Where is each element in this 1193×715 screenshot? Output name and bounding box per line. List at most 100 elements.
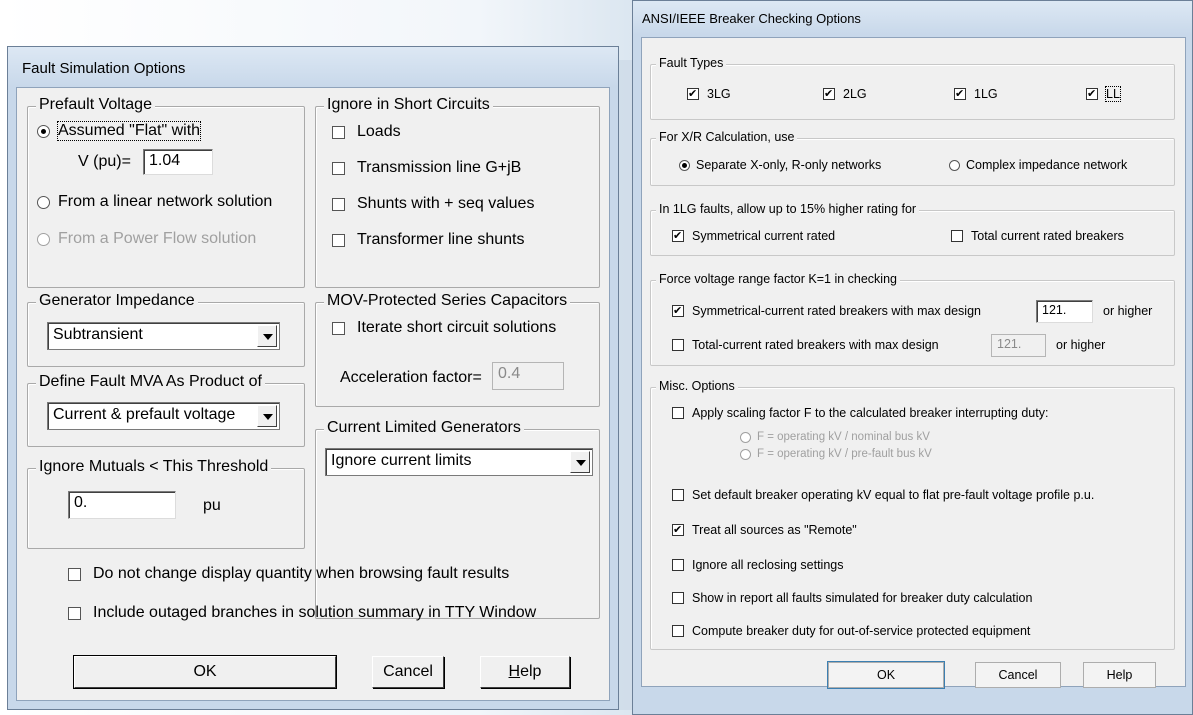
accel-factor-label: Acceleration factor= bbox=[340, 369, 482, 386]
group-label: MOV-Protected Series Capacitors bbox=[324, 292, 571, 310]
loads-checkbox[interactable]: Loads bbox=[332, 123, 401, 141]
ignore-short-circuits-group: Ignore in Short Circuits Loads Transmiss… bbox=[315, 96, 600, 288]
force-voltage-group: Force voltage range factor K=1 in checki… bbox=[650, 272, 1175, 366]
radio-indicator bbox=[740, 431, 751, 443]
no-change-display-checkbox[interactable]: Do not change display quantity when brow… bbox=[68, 565, 509, 583]
radio-label: From a Power Flow solution bbox=[58, 230, 257, 247]
current-limits-select[interactable]: Ignore current limits bbox=[325, 448, 593, 476]
assumed-flat-radio[interactable]: Assumed "Flat" with bbox=[37, 121, 202, 141]
one-lg-total-checkbox[interactable]: Total current rated breakers bbox=[951, 229, 1124, 243]
group-label: In 1LG faults, allow up to 15% higher ra… bbox=[656, 202, 920, 216]
transmission-line-checkbox[interactable]: Transmission line G+jB bbox=[332, 159, 521, 177]
checkbox-box[interactable] bbox=[332, 233, 345, 247]
radio-indicator[interactable] bbox=[679, 159, 690, 171]
chevron-down-icon[interactable] bbox=[570, 451, 590, 473]
checkbox-label: Apply scaling factor F to the calculated… bbox=[692, 406, 1049, 420]
checkbox-box[interactable] bbox=[332, 125, 345, 139]
checkbox-box[interactable] bbox=[672, 592, 684, 604]
compute-oos-checkbox[interactable]: Compute breaker duty for out-of-service … bbox=[672, 624, 1030, 638]
force-total-checkbox[interactable]: Total-current rated breakers with max de… bbox=[672, 338, 939, 352]
checkbox-box[interactable] bbox=[68, 567, 81, 581]
prefault-voltage-group: Prefault Voltage Assumed "Flat" with V (… bbox=[27, 96, 305, 288]
window-title: ANSI/IEEE Breaker Checking Options bbox=[633, 1, 1192, 35]
checkbox-box[interactable] bbox=[1086, 86, 1098, 102]
checkbox-box[interactable] bbox=[672, 522, 684, 538]
checkbox-label: Loads bbox=[357, 123, 401, 140]
scaling-factor-checkbox[interactable]: Apply scaling factor F to the calculated… bbox=[672, 406, 1048, 420]
checkbox-label: Shunts with + seq values bbox=[357, 195, 535, 212]
one-lg-symmetrical-checkbox[interactable]: Symmetrical current rated bbox=[672, 228, 836, 244]
checkbox-box[interactable] bbox=[332, 161, 345, 175]
linear-network-radio[interactable]: From a linear network solution bbox=[37, 193, 272, 211]
checkbox-box[interactable] bbox=[672, 625, 684, 637]
ok-button[interactable]: OK bbox=[827, 661, 945, 689]
include-outaged-checkbox[interactable]: Include outaged branches in solution sum… bbox=[68, 604, 536, 622]
checkbox-box[interactable] bbox=[672, 339, 684, 351]
total-or-higher-label: or higher bbox=[1056, 338, 1106, 352]
vpu-input[interactable]: 1.04 bbox=[143, 149, 213, 175]
radio-indicator[interactable] bbox=[37, 195, 50, 209]
fault-1lg-checkbox[interactable]: 1LG bbox=[954, 86, 998, 102]
transformer-shunts-checkbox[interactable]: Transformer line shunts bbox=[332, 231, 524, 249]
mutuals-threshold-input[interactable]: 0. bbox=[68, 491, 176, 519]
generator-impedance-group: Generator Impedance Subtransient bbox=[27, 292, 305, 367]
help-button[interactable]: Help bbox=[480, 656, 570, 688]
chevron-down-icon[interactable] bbox=[257, 325, 277, 347]
radio-label: F = operating kV / nominal bus kV bbox=[757, 431, 930, 443]
window-title: Fault Simulation Options bbox=[8, 47, 618, 87]
checkbox-label: Transformer line shunts bbox=[357, 231, 525, 248]
checkbox-box[interactable] bbox=[672, 303, 684, 319]
radio-label: Separate X-only, R-only networks bbox=[696, 158, 882, 172]
show-report-checkbox[interactable]: Show in report all faults simulated for … bbox=[672, 591, 1032, 605]
checkbox-box[interactable] bbox=[672, 559, 684, 571]
checkbox-box[interactable] bbox=[687, 86, 699, 102]
ok-button[interactable]: OK bbox=[73, 655, 337, 689]
generator-impedance-select[interactable]: Subtransient bbox=[47, 322, 280, 350]
radio-indicator[interactable] bbox=[949, 159, 960, 171]
radio-indicator[interactable] bbox=[37, 124, 50, 138]
ignore-reclosing-checkbox[interactable]: Ignore all reclosing settings bbox=[672, 558, 843, 572]
checkbox-box[interactable] bbox=[68, 606, 81, 620]
checkbox-label: 1LG bbox=[974, 87, 998, 101]
fault-mva-select[interactable]: Current & prefault voltage bbox=[47, 402, 280, 430]
checkbox-label: Symmetrical current rated bbox=[692, 229, 836, 243]
group-label: Ignore in Short Circuits bbox=[324, 96, 493, 114]
checkbox-box[interactable] bbox=[951, 230, 963, 242]
force-sym-checkbox[interactable]: Symmetrical-current rated breakers with … bbox=[672, 303, 981, 319]
mutuals-unit: pu bbox=[203, 497, 221, 514]
checkbox-label: 2LG bbox=[843, 87, 867, 101]
misc-options-group: Misc. Options Apply scaling factor F to … bbox=[650, 379, 1175, 650]
checkbox-label: Set default breaker operating kV equal t… bbox=[692, 488, 1095, 502]
checkbox-box[interactable] bbox=[672, 489, 684, 501]
checkbox-label: Total-current rated breakers with max de… bbox=[692, 338, 939, 352]
cancel-button[interactable]: Cancel bbox=[372, 656, 444, 688]
checkbox-box[interactable] bbox=[332, 321, 345, 335]
treat-remote-checkbox[interactable]: Treat all sources as "Remote" bbox=[672, 522, 857, 538]
checkbox-label: Iterate short circuit solutions bbox=[357, 319, 557, 336]
complex-impedance-radio[interactable]: Complex impedance network bbox=[949, 158, 1127, 172]
mov-capacitors-group: MOV-Protected Series Capacitors Iterate … bbox=[315, 292, 600, 407]
vpu-label: V (pu)= bbox=[78, 153, 131, 170]
select-value: Current & prefault voltage bbox=[53, 406, 236, 423]
sym-or-higher-label: or higher bbox=[1103, 304, 1153, 318]
checkbox-box[interactable] bbox=[672, 407, 684, 419]
one-lg-rating-group: In 1LG faults, allow up to 15% higher ra… bbox=[650, 202, 1175, 256]
fault-ll-checkbox[interactable]: LL bbox=[1086, 86, 1121, 102]
checkbox-box[interactable] bbox=[672, 228, 684, 244]
sym-max-design-input[interactable]: 121. bbox=[1036, 300, 1093, 323]
shunts-checkbox[interactable]: Shunts with + seq values bbox=[332, 195, 534, 213]
group-label: Prefault Voltage bbox=[36, 96, 155, 114]
iterate-sc-checkbox[interactable]: Iterate short circuit solutions bbox=[332, 319, 556, 337]
separate-networks-radio[interactable]: Separate X-only, R-only networks bbox=[679, 158, 881, 172]
checkbox-label: Include outaged branches in solution sum… bbox=[93, 604, 537, 621]
chevron-down-icon[interactable] bbox=[257, 405, 277, 427]
fault-2lg-checkbox[interactable]: 2LG bbox=[823, 86, 867, 102]
checkbox-box[interactable] bbox=[823, 86, 835, 102]
fault-3lg-checkbox[interactable]: 3LG bbox=[687, 86, 731, 102]
set-default-kv-checkbox[interactable]: Set default breaker operating kV equal t… bbox=[672, 488, 1094, 502]
checkbox-box[interactable] bbox=[332, 197, 345, 211]
cancel-button[interactable]: Cancel bbox=[975, 662, 1061, 688]
fault-mva-group: Define Fault MVA As Product of Current &… bbox=[27, 373, 305, 447]
help-button[interactable]: Help bbox=[1083, 662, 1156, 688]
checkbox-box[interactable] bbox=[954, 86, 966, 102]
